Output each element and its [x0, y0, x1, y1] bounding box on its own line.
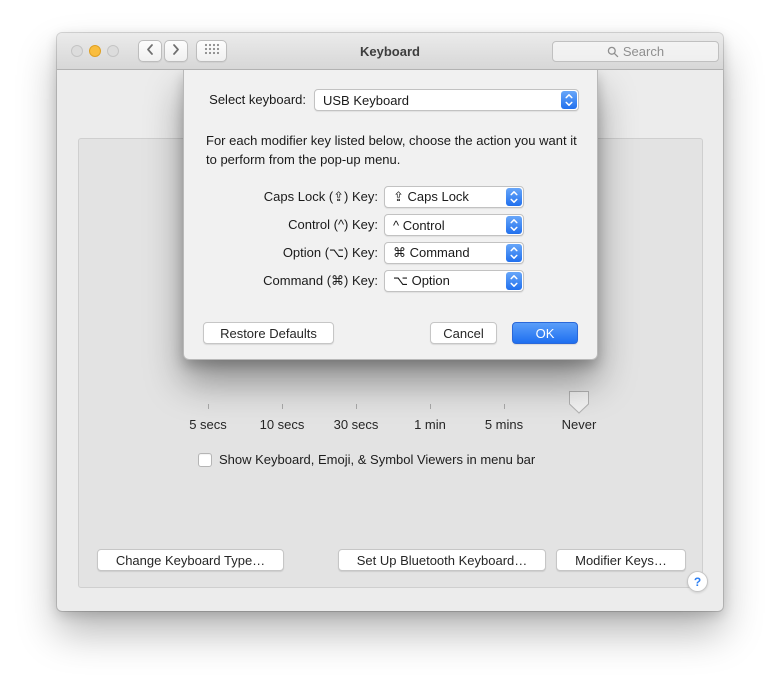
- option-key-value: ⌘ Command: [393, 245, 470, 261]
- search-icon: [607, 46, 619, 58]
- slider-tick: [504, 404, 505, 409]
- control-key-label: Control (^) Key:: [184, 214, 378, 236]
- help-button[interactable]: ?: [687, 571, 708, 592]
- search-placeholder: Search: [623, 44, 664, 59]
- command-key-popup[interactable]: ⌥ Option: [384, 270, 524, 292]
- slider-tick: [356, 404, 357, 409]
- option-key-label: Option (⌥) Key:: [184, 242, 378, 264]
- select-keyboard-value: USB Keyboard: [323, 93, 409, 108]
- slider-label: 30 secs: [318, 417, 394, 432]
- caps-lock-key-value: ⇪ Caps Lock: [393, 189, 469, 205]
- command-key-label: Command (⌘) Key:: [184, 270, 378, 292]
- slider-thumb[interactable]: [567, 391, 591, 414]
- slider-label: 5 mins: [466, 417, 542, 432]
- dialog-description: For each modifier key listed below, choo…: [206, 131, 580, 169]
- slider-tick: [430, 404, 431, 409]
- ok-button[interactable]: OK: [512, 322, 578, 344]
- control-key-value: ^ Control: [393, 218, 445, 233]
- option-key-popup[interactable]: ⌘ Command: [384, 242, 524, 264]
- caps-lock-key-label: Caps Lock (⇪) Key:: [184, 186, 378, 208]
- popup-stepper-icon: [506, 188, 522, 206]
- modifier-keys-dialog: Select keyboard: USB Keyboard For each m…: [183, 70, 598, 360]
- popup-stepper-icon: [506, 272, 522, 290]
- keyboard-preferences-window: Keyboard Search: [57, 33, 723, 611]
- popup-stepper-icon: [506, 244, 522, 262]
- popup-stepper-icon: [561, 91, 577, 109]
- slider-label: Never: [541, 417, 617, 432]
- popup-stepper-icon: [506, 216, 522, 234]
- cancel-button[interactable]: Cancel: [430, 322, 497, 344]
- select-keyboard-popup[interactable]: USB Keyboard: [314, 89, 579, 111]
- change-keyboard-type-button[interactable]: Change Keyboard Type…: [97, 549, 284, 571]
- select-keyboard-label: Select keyboard:: [184, 89, 306, 111]
- modifier-keys-button[interactable]: Modifier Keys…: [556, 549, 686, 571]
- slider-label: 1 min: [392, 417, 468, 432]
- question-mark-icon: ?: [694, 575, 701, 589]
- slider-label: 10 secs: [244, 417, 320, 432]
- slider-tick: [282, 404, 283, 409]
- slider-tick: [208, 404, 209, 409]
- desktop: Keyboard Search: [0, 0, 780, 693]
- titlebar: Keyboard Search: [57, 33, 723, 70]
- caps-lock-key-popup[interactable]: ⇪ Caps Lock: [384, 186, 524, 208]
- setup-bluetooth-keyboard-button[interactable]: Set Up Bluetooth Keyboard…: [338, 549, 546, 571]
- show-viewers-checkbox-label[interactable]: Show Keyboard, Emoji, & Symbol Viewers i…: [219, 452, 535, 468]
- slider-label: 5 secs: [170, 417, 246, 432]
- show-viewers-checkbox[interactable]: [198, 453, 212, 467]
- command-key-value: ⌥ Option: [393, 273, 450, 289]
- search-input[interactable]: Search: [552, 41, 719, 62]
- restore-defaults-button[interactable]: Restore Defaults: [203, 322, 334, 344]
- control-key-popup[interactable]: ^ Control: [384, 214, 524, 236]
